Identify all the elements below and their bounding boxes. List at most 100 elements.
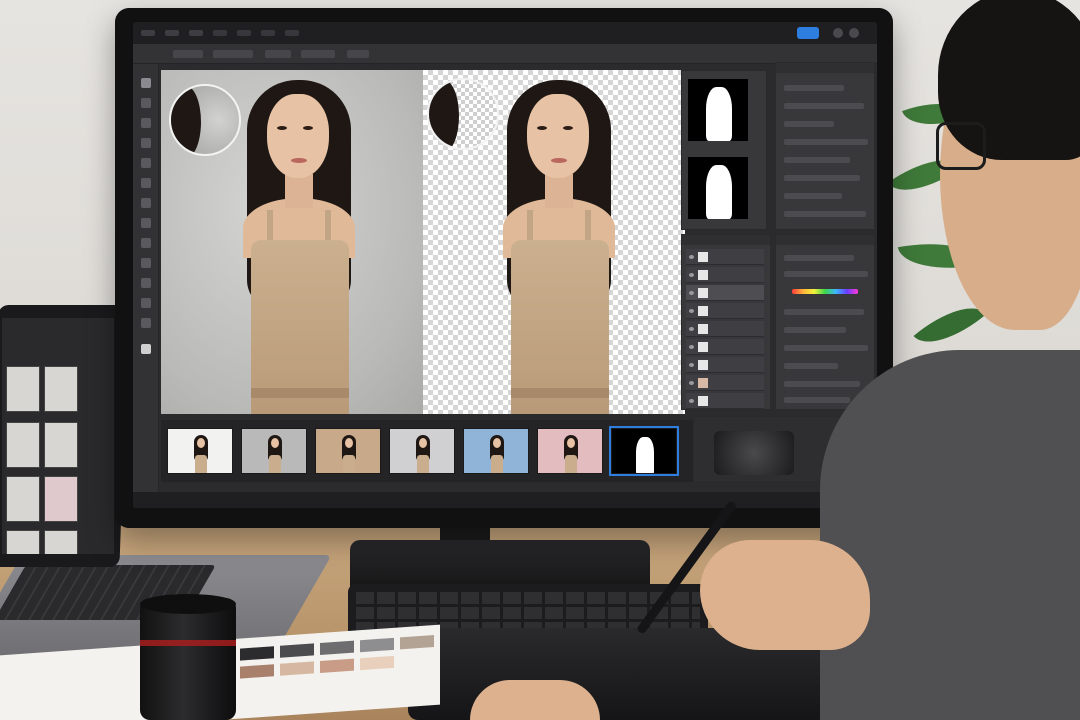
layer-row[interactable] <box>686 393 764 409</box>
filmstrip-thumbnail[interactable] <box>537 428 603 474</box>
share-button[interactable] <box>797 27 819 39</box>
menu-item[interactable] <box>141 30 155 36</box>
window-control-icon[interactable] <box>849 28 859 38</box>
mask-thumbnail[interactable] <box>688 157 748 219</box>
eye-icon[interactable] <box>689 273 694 277</box>
property-slider[interactable] <box>784 271 868 277</box>
color-swatch <box>320 640 354 656</box>
menu-item[interactable] <box>261 30 275 36</box>
text-tool-icon[interactable] <box>141 258 151 268</box>
lens-cap <box>140 594 236 614</box>
eraser-tool-icon[interactable] <box>141 178 151 188</box>
mask-preview-panel <box>681 70 767 230</box>
property-slider[interactable] <box>784 381 860 387</box>
property-slider[interactable] <box>784 397 850 403</box>
gradient-tool-icon[interactable] <box>141 218 151 228</box>
laptop-photo-thumb[interactable] <box>44 530 78 554</box>
filmstrip-thumbnail[interactable] <box>463 428 529 474</box>
laptop-photo-thumb[interactable] <box>6 476 40 522</box>
lasso-tool-icon[interactable] <box>141 98 151 108</box>
laptop-photo-thumb[interactable] <box>44 366 78 412</box>
filmstrip-thumbnail[interactable] <box>315 428 381 474</box>
lens-red-ring <box>140 640 236 646</box>
laptop-photo-thumb[interactable] <box>44 476 78 522</box>
color-swatch <box>280 643 314 658</box>
eye-icon[interactable] <box>689 381 694 385</box>
menu-item[interactable] <box>285 30 299 36</box>
property-slider[interactable] <box>784 85 844 91</box>
tools-panel <box>133 64 159 508</box>
color-swatch-icon[interactable] <box>141 344 151 354</box>
filmstrip-thumbnail[interactable] <box>609 426 679 476</box>
option-control[interactable] <box>173 50 203 58</box>
option-control[interactable] <box>213 50 253 58</box>
property-slider[interactable] <box>784 157 850 163</box>
layer-row[interactable] <box>686 267 764 283</box>
zoom-loupe-original <box>169 84 241 156</box>
menu-item[interactable] <box>165 30 179 36</box>
property-slider[interactable] <box>784 345 868 351</box>
property-slider[interactable] <box>784 139 868 145</box>
property-slider[interactable] <box>784 363 838 369</box>
hand-holding-pen <box>700 540 870 650</box>
move-tool-icon[interactable] <box>141 78 151 88</box>
laptop-photo-thumb[interactable] <box>6 366 40 412</box>
laptop-photo-thumb[interactable] <box>44 422 78 468</box>
window-control-icon[interactable] <box>833 28 843 38</box>
photo-editor-window <box>133 22 877 508</box>
option-control[interactable] <box>265 50 291 58</box>
crop-tool-icon[interactable] <box>141 138 151 148</box>
property-slider[interactable] <box>784 121 834 127</box>
option-control[interactable] <box>301 50 335 58</box>
adjustments-panel <box>775 234 875 410</box>
property-slider[interactable] <box>784 193 842 199</box>
layer-thumbnail <box>698 324 708 334</box>
camera-lens <box>140 598 236 720</box>
brush-tool-icon[interactable] <box>141 158 151 168</box>
layer-row[interactable] <box>686 321 764 337</box>
color-swatch <box>240 646 274 661</box>
property-slider[interactable] <box>784 103 864 109</box>
layer-thumbnail <box>698 270 708 280</box>
layer-row[interactable] <box>686 339 764 355</box>
layer-row[interactable] <box>686 249 764 265</box>
filmstrip-thumbnail[interactable] <box>167 428 233 474</box>
layer-row[interactable] <box>686 303 764 319</box>
hue-spectrum-bar[interactable] <box>792 289 858 294</box>
eye-icon[interactable] <box>689 363 694 367</box>
panel-header <box>776 235 874 245</box>
laptop-photo-thumb[interactable] <box>6 530 40 554</box>
menu-item[interactable] <box>237 30 251 36</box>
filmstrip-thumbnail[interactable] <box>241 428 307 474</box>
menu-item[interactable] <box>213 30 227 36</box>
eye-icon[interactable] <box>689 399 694 403</box>
stamp-tool-icon[interactable] <box>141 198 151 208</box>
color-swatch <box>360 637 394 653</box>
layer-thumbnail <box>698 342 708 352</box>
select-tool-icon[interactable] <box>141 118 151 128</box>
property-slider[interactable] <box>784 211 866 217</box>
property-slider[interactable] <box>784 175 860 181</box>
eye-icon[interactable] <box>689 255 694 259</box>
menu-item[interactable] <box>189 30 203 36</box>
property-slider[interactable] <box>784 255 854 261</box>
panel-header <box>682 235 770 245</box>
shape-tool-icon[interactable] <box>141 278 151 288</box>
laptop-photo-thumb[interactable] <box>6 422 40 468</box>
filmstrip-thumbnail[interactable] <box>389 428 455 474</box>
eye-icon[interactable] <box>689 291 694 295</box>
mask-thumbnail[interactable] <box>688 79 748 141</box>
property-slider[interactable] <box>784 309 864 315</box>
property-slider[interactable] <box>784 327 846 333</box>
zoom-tool-icon[interactable] <box>141 318 151 328</box>
pen-tool-icon[interactable] <box>141 238 151 248</box>
layer-row[interactable] <box>686 357 764 373</box>
layer-thumbnail <box>698 396 708 406</box>
layer-row[interactable] <box>686 375 764 391</box>
eye-icon[interactable] <box>689 309 694 313</box>
eye-icon[interactable] <box>689 327 694 331</box>
hand-tool-icon[interactable] <box>141 298 151 308</box>
option-control[interactable] <box>347 50 369 58</box>
layer-row[interactable] <box>686 285 764 301</box>
eye-icon[interactable] <box>689 345 694 349</box>
